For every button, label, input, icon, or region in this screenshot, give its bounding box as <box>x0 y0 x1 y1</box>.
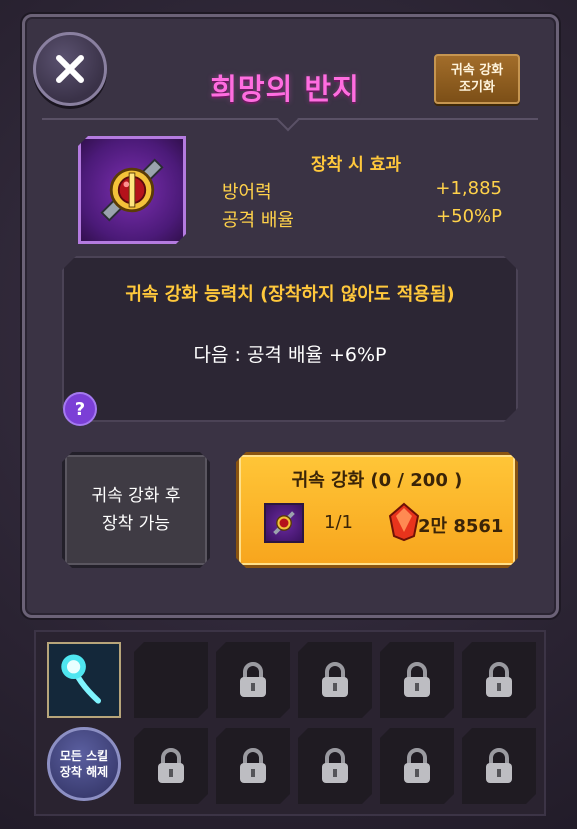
padlock-icon <box>318 660 352 700</box>
bound-stats-title: 귀속 강화 능력치 (장착하지 않아도 적용됨) <box>125 284 455 305</box>
ring-icon-small <box>273 511 295 535</box>
skill-slot-equipped[interactable] <box>47 642 121 718</box>
question-icon: ? <box>74 398 86 420</box>
stat-row-attack-multiplier: 공격 배율 +50%P <box>222 206 502 231</box>
padlock-icon <box>400 746 434 786</box>
red-gem-icon <box>388 502 420 542</box>
early-bind-label-1: 귀속 강화 <box>450 63 504 78</box>
stat-value: +50%P <box>436 206 502 227</box>
skill-slot-locked[interactable] <box>380 728 454 804</box>
early-bind-button[interactable]: 귀속 강화 조기화 <box>434 54 520 104</box>
padlock-icon <box>318 746 352 786</box>
bind-cost: 2만 8561 <box>418 516 504 537</box>
ring-icon <box>81 139 183 241</box>
unequip-all-skills-button[interactable]: 모든 스킬 장착 해제 <box>47 727 121 801</box>
help-button[interactable]: ? <box>63 392 97 426</box>
unequip-label-2: 장착 해제 <box>59 765 109 779</box>
skill-slot-locked[interactable] <box>134 728 208 804</box>
material-ring-icon <box>264 503 304 543</box>
skill-slot-locked[interactable] <box>298 728 372 804</box>
padlock-icon <box>482 660 516 700</box>
bound-stats-next: 다음 : 공격 배율 +6%P <box>193 344 387 366</box>
unequip-label-1: 모든 스킬 <box>59 749 109 763</box>
padlock-icon <box>400 660 434 700</box>
stat-label: 공격 배율 <box>222 210 294 231</box>
skill-slot-locked[interactable] <box>380 642 454 718</box>
cyan-orb-skill-icon <box>49 644 119 716</box>
padlock-icon <box>236 660 270 700</box>
skill-slot-empty[interactable] <box>134 642 208 718</box>
close-button[interactable] <box>33 32 107 106</box>
padlock-icon <box>154 746 188 786</box>
bind-enhance-title: 귀속 강화 (0 / 200 ) <box>291 470 463 491</box>
skill-slot-locked[interactable] <box>216 728 290 804</box>
skill-slot-locked[interactable] <box>216 642 290 718</box>
equip-after-label-2: 장착 가능 <box>102 514 170 534</box>
skill-slot-locked[interactable] <box>462 642 536 718</box>
equip-after-label-1: 귀속 강화 후 <box>91 486 181 506</box>
stat-row-defense: 방어력 +1,885 <box>222 178 502 203</box>
stat-label: 방어력 <box>222 182 272 203</box>
early-bind-label-2: 조기화 <box>459 80 495 95</box>
stat-value: +1,885 <box>435 178 502 199</box>
equip-after-bind-button[interactable]: 귀속 강화 후 장착 가능 <box>62 452 210 568</box>
skill-slot-locked[interactable] <box>298 642 372 718</box>
padlock-icon <box>482 746 516 786</box>
close-icon <box>56 55 84 83</box>
item-title: 희망의 반지 <box>210 72 360 106</box>
equip-effect-title: 장착 시 효과 <box>310 155 402 175</box>
padlock-icon <box>236 746 270 786</box>
skill-slot-locked[interactable] <box>462 728 536 804</box>
material-count: 1/1 <box>324 512 353 533</box>
item-icon-frame <box>78 136 186 244</box>
